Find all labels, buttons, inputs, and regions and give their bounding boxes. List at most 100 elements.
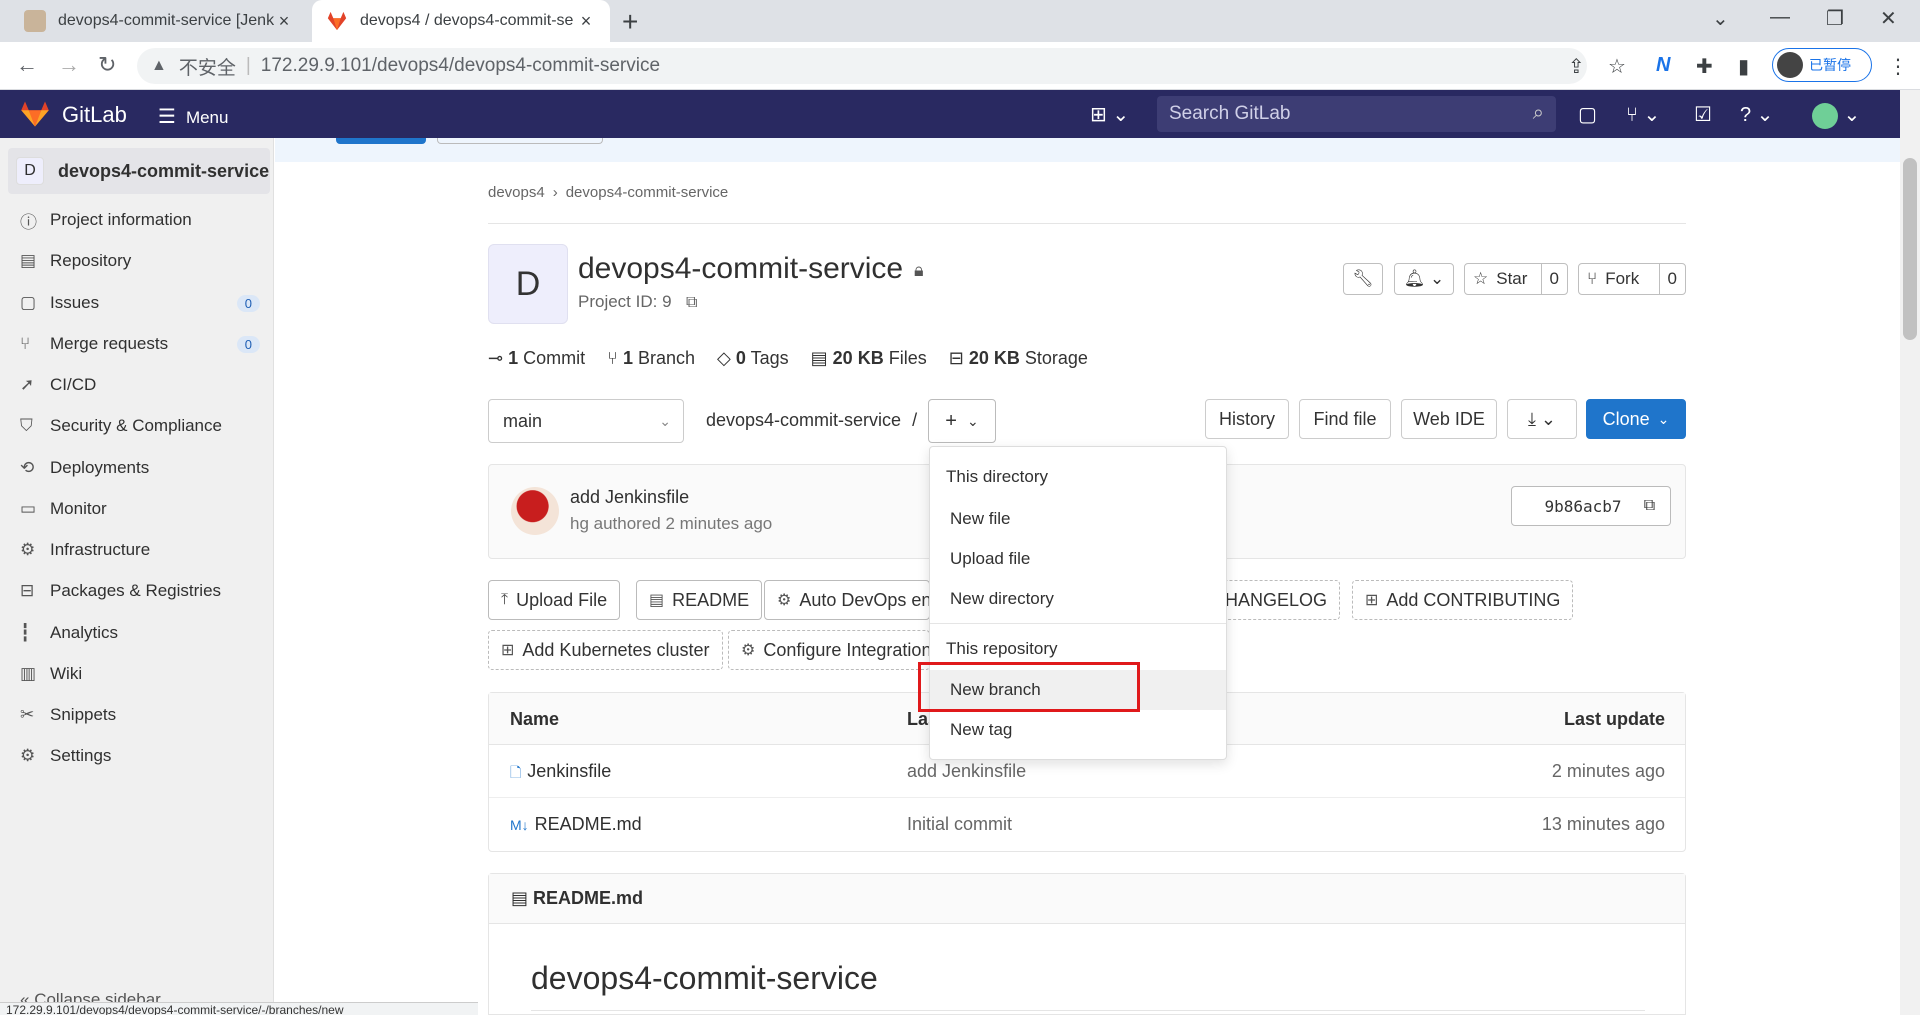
- add-to-tree-button[interactable]: + ⌄: [928, 399, 996, 443]
- help-icon[interactable]: ? ⌄: [1740, 102, 1773, 127]
- breadcrumb-project-link[interactable]: devops4-commit-service: [566, 184, 729, 201]
- sidebar-item-infrastructure[interactable]: ⚙ Infrastructure: [20, 530, 260, 570]
- clone-button[interactable]: Clone ⌄: [1586, 399, 1686, 439]
- sidebar-item-project-information[interactable]: ⓘ Project information: [20, 200, 260, 240]
- sidebar-item-security[interactable]: ⛉ Security & Compliance: [20, 406, 260, 446]
- status-bar-url: 172.29.9.101/devops4/devops4-commit-serv…: [0, 1002, 478, 1015]
- path-root-link[interactable]: devops4-commit-service: [706, 410, 901, 430]
- profile-paused-button[interactable]: 已暂停: [1772, 48, 1872, 82]
- close-icon[interactable]: ×: [274, 11, 294, 32]
- add-kubernetes-button[interactable]: ⊞ Add Kubernetes cluster: [488, 630, 723, 670]
- extension-n-icon[interactable]: N: [1656, 54, 1670, 77]
- add-contributing-button[interactable]: ⊞ Add CONTRIBUTING: [1352, 580, 1574, 620]
- bookmark-star-icon[interactable]: ☆: [1608, 54, 1626, 79]
- new-file-menu-item[interactable]: New file: [930, 499, 1226, 539]
- copy-sha-icon[interactable]: ⧉: [1629, 486, 1671, 526]
- sidebar-item-label: Issues: [50, 293, 100, 312]
- avatar: [1777, 52, 1803, 78]
- sidebar-item-issues[interactable]: ▢ Issues 0: [20, 283, 260, 323]
- document-icon: ▤: [511, 888, 529, 908]
- sidebar-item-wiki[interactable]: ▥ Wiki: [20, 654, 260, 694]
- sidebar-item-deployments[interactable]: ⟲ Deployments: [20, 448, 260, 488]
- new-tag-menu-item[interactable]: New tag: [930, 710, 1226, 750]
- sidebar-item-analytics[interactable]: ┇ Analytics: [20, 613, 260, 653]
- gitlab-brand[interactable]: GitLab: [62, 102, 127, 128]
- sidebar-item-merge-requests[interactable]: ⑂ Merge requests 0: [20, 324, 260, 364]
- gitlab-logo-icon[interactable]: [20, 100, 50, 128]
- sidebar-item-repository[interactable]: ▤ Repository: [20, 241, 260, 281]
- readme-file-title[interactable]: ▤ README.md: [511, 888, 643, 909]
- file-commit-link[interactable]: Initial commit: [907, 814, 1012, 835]
- upload-file-button[interactable]: ⤒ Upload File: [488, 580, 621, 620]
- commits-stat[interactable]: ⊸ 1 Commit: [488, 348, 585, 369]
- copy-id-icon[interactable]: ⧉: [686, 294, 697, 312]
- sidebar-item-settings[interactable]: ⚙ Settings: [20, 736, 260, 776]
- sidebar-item-cicd[interactable]: ➚ CI/CD: [20, 365, 260, 405]
- issues-icon[interactable]: ▢: [1578, 102, 1597, 127]
- share-icon[interactable]: ⇪: [1568, 54, 1585, 79]
- merge-requests-icon[interactable]: ⑂ ⌄: [1626, 102, 1660, 127]
- banner-primary-button[interactable]: [336, 138, 426, 144]
- branches-stat[interactable]: ⑂ 1 Branch: [607, 348, 695, 369]
- sidepanel-icon[interactable]: ▮: [1738, 54, 1749, 79]
- configure-integrations-button[interactable]: ⚙ Configure Integrations: [728, 630, 930, 670]
- add-to-tree-dropdown: This directory New file Upload file New …: [929, 446, 1227, 760]
- file-name-link[interactable]: M↓ README.md: [510, 814, 642, 835]
- url-field[interactable]: ▲ 不安全 | 172.29.9.101/devops4/devops4-com…: [137, 48, 1587, 84]
- breadcrumb-group-link[interactable]: devops4: [488, 184, 545, 201]
- count-badge: 0: [236, 335, 260, 353]
- files-stat[interactable]: ▤ 20 KB Files: [811, 348, 927, 369]
- admin-wrench-button[interactable]: 🔧︎: [1343, 263, 1383, 295]
- sidebar-item-packages[interactable]: ⊟ Packages & Registries: [20, 571, 260, 611]
- todos-icon[interactable]: ☑: [1694, 102, 1712, 127]
- plus-icon: +: [945, 409, 957, 432]
- close-window-icon[interactable]: ✕: [1880, 6, 1897, 31]
- fork-button[interactable]: ⑂ Fork 0: [1578, 263, 1686, 295]
- tab-search-icon[interactable]: ⌄: [1712, 6, 1729, 31]
- banner-secondary-button[interactable]: [437, 138, 603, 144]
- forward-icon[interactable]: →: [58, 52, 80, 78]
- file-name-link[interactable]: 🗋︎ Jenkinsfile: [510, 761, 611, 786]
- plus-square-icon: ⊞: [1365, 592, 1379, 609]
- back-icon[interactable]: ←: [16, 52, 38, 78]
- new-directory-menu-item[interactable]: New directory: [930, 579, 1226, 619]
- storage-stat[interactable]: ⊟ 20 KB Storage: [949, 348, 1088, 369]
- restore-icon[interactable]: ❐: [1826, 6, 1844, 31]
- star-button[interactable]: ☆ Star 0: [1464, 263, 1568, 295]
- notifications-button[interactable]: 🔔︎ ⌄: [1394, 263, 1454, 295]
- new-tab-icon[interactable]: +: [622, 6, 638, 38]
- scrollbar-thumb[interactable]: [1903, 158, 1917, 340]
- gitlab-favicon-icon: [326, 10, 348, 32]
- web-ide-button[interactable]: Web IDE: [1401, 399, 1497, 439]
- branch-selector[interactable]: main ⌄: [488, 399, 684, 443]
- storage-icon: ⊟: [948, 348, 964, 368]
- sidebar-item-snippets[interactable]: ✂ Snippets: [20, 695, 260, 735]
- fork-label: Fork: [1605, 269, 1640, 288]
- history-button[interactable]: History: [1205, 399, 1289, 439]
- browser-menu-icon[interactable]: ⋮: [1888, 54, 1908, 79]
- user-avatar-icon[interactable]: ⌄: [1812, 102, 1860, 129]
- search-input[interactable]: Search GitLab ⌕: [1157, 96, 1556, 132]
- create-new-icon[interactable]: ⊞ ⌄: [1090, 102, 1129, 127]
- auto-devops-button[interactable]: ⚙Auto DevOps enabled: [764, 580, 930, 620]
- reload-icon[interactable]: ↻: [98, 52, 116, 78]
- find-file-button[interactable]: Find file: [1299, 399, 1391, 439]
- menu-button[interactable]: ☰ Menu: [158, 104, 228, 129]
- sidebar-item-monitor[interactable]: ▭ Monitor: [20, 489, 260, 529]
- minimize-icon[interactable]: —: [1770, 6, 1790, 29]
- browser-tab-gitlab[interactable]: devops4 / devops4-commit-se ×: [312, 0, 610, 42]
- file-icon: ▤: [810, 348, 828, 368]
- close-icon[interactable]: ×: [576, 11, 596, 32]
- browser-tab-jenkins[interactable]: devops4-commit-service [Jenk ×: [10, 0, 308, 42]
- download-button[interactable]: ⤓ ⌄: [1507, 399, 1577, 439]
- scissors-icon: ✂: [20, 705, 35, 724]
- extensions-puzzle-icon[interactable]: ✚: [1696, 54, 1713, 79]
- chevron-down-icon: ⌄: [966, 412, 979, 429]
- commit-message[interactable]: add Jenkinsfile: [570, 487, 689, 508]
- file-commit-link[interactable]: add Jenkinsfile: [907, 761, 1026, 782]
- sidebar-project-header[interactable]: D devops4-commit-service: [8, 148, 270, 194]
- table-row[interactable]: M↓ README.md Initial commit 13 minutes ag…: [489, 798, 1685, 851]
- readme-button[interactable]: ▤ README: [636, 580, 763, 620]
- tags-stat[interactable]: ◇ 0 Tags: [717, 348, 789, 369]
- upload-file-menu-item[interactable]: Upload file: [930, 539, 1226, 579]
